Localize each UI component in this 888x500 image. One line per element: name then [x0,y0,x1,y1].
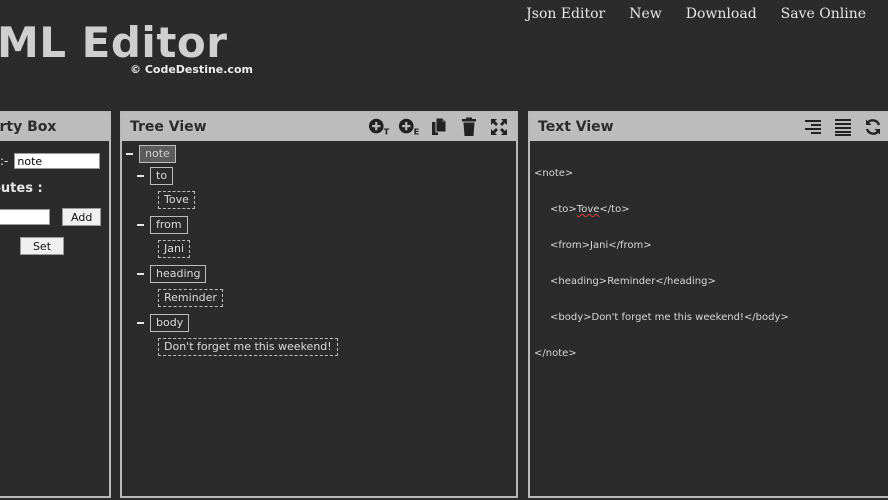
align-right-icon[interactable] [802,117,824,137]
property-box-title: perty Box [0,119,57,135]
text-node-body[interactable]: Don't forget me this weekend! [158,338,338,356]
text-node-to[interactable]: Tove [158,191,195,209]
nav-download[interactable]: Download [686,6,757,22]
attribute-row: Add [0,208,102,226]
add-text-icon[interactable]: T [368,117,390,137]
nav-save-online[interactable]: Save Online [781,6,866,22]
xml-line: <heading>Reminder</heading> [550,276,716,287]
xml-to-close: </to> [599,204,630,215]
copyright-text: © CodeDestine.com [130,63,253,76]
collapse-icon[interactable] [137,322,144,324]
text-view-panel: Text View <note> <to>Tove</to> <from>Jan… [528,111,888,498]
xml-line: <to>Tove</to> [534,204,888,216]
node-name-input[interactable] [14,153,101,169]
tree-node-from: from [137,216,188,234]
collapse-icon[interactable] [137,175,144,177]
text-view-toolbar [802,117,884,137]
text-view-header: Text View [530,113,888,141]
xml-line: <from>Jani</from> [550,240,652,251]
tree-node-note: note [126,145,176,163]
text-view-title: Text View [538,119,614,135]
add-attribute-button[interactable]: Add [62,208,102,226]
attributes-label: outes : [0,181,43,196]
add-element-icon[interactable]: E [398,117,420,137]
app-title: ML Editor [0,18,228,67]
svg-text:E: E [414,126,420,136]
refresh-icon[interactable] [862,117,884,137]
set-button[interactable]: Set [20,237,64,255]
xml-line: <note> [534,168,574,179]
tree-view-title: Tree View [130,119,207,135]
xml-editor-page: Json Editor New Download Save Online ML … [0,0,888,500]
element-to[interactable]: to [150,167,174,185]
expand-icon[interactable] [488,117,510,137]
node-name-label: :- [0,154,9,168]
copy-icon[interactable] [428,117,450,137]
element-note[interactable]: note [139,145,176,163]
tree-view-panel: Tree View T E note to Tove from Jani hea… [120,111,518,498]
property-box-header: perty Box [0,113,109,141]
element-from[interactable]: from [150,216,188,234]
collapse-icon[interactable] [137,273,144,275]
attribute-input[interactable] [0,209,50,225]
text-node-heading[interactable]: Reminder [158,289,223,307]
xml-line: <body>Don't forget me this weekend!</bod… [550,312,789,323]
tree-node-body: body [137,314,190,332]
delete-icon[interactable] [458,117,480,137]
collapse-icon[interactable] [137,224,144,226]
tree-view-toolbar: T E [368,117,510,137]
tree-node-heading: heading [137,265,207,283]
xml-text-area[interactable]: <note> <to>Tove</to> <from>Jani</from> <… [530,141,888,387]
text-node-from[interactable]: Jani [158,240,191,258]
top-navigation: Json Editor New Download Save Online [526,6,866,22]
svg-text:T: T [384,126,390,136]
xml-line: </note> [534,348,577,359]
tree-body: note to Tove from Jani heading Reminder … [122,141,516,356]
element-body[interactable]: body [150,314,190,332]
tree-view-header: Tree View T E [122,113,516,141]
nav-json-editor[interactable]: Json Editor [526,6,605,22]
nav-new[interactable]: New [629,6,662,22]
property-box-panel: perty Box :- outes : Add Set [0,111,111,498]
element-heading[interactable]: heading [150,265,207,283]
xml-to-text: Tove [576,204,600,215]
collapse-icon[interactable] [126,153,133,155]
tree-node-to: to [137,167,174,185]
node-name-row: :- [0,153,101,169]
align-justify-icon[interactable] [832,117,854,137]
xml-to-open: <to> [550,204,577,215]
